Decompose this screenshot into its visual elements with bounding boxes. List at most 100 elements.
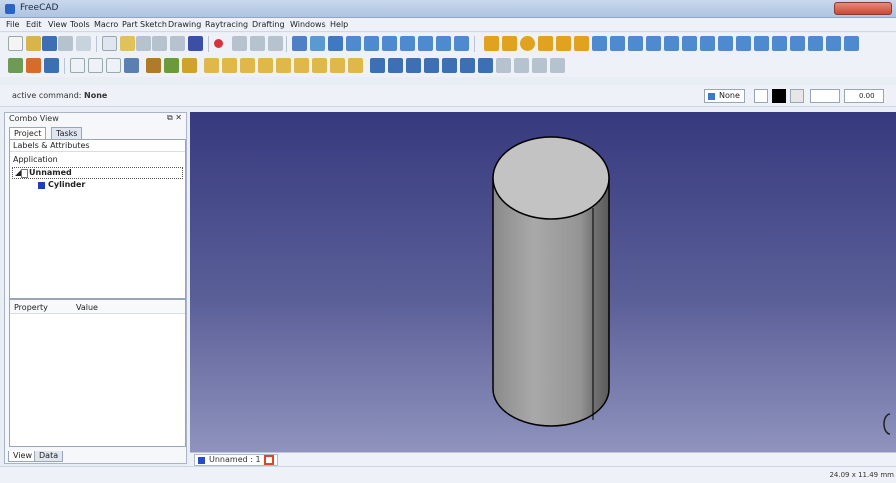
line-color-icon[interactable] <box>70 58 85 73</box>
draft-dimension-icon[interactable] <box>348 58 363 73</box>
sweep-icon[interactable] <box>826 36 841 51</box>
axonometric-icon[interactable] <box>328 36 343 51</box>
menu-drafting[interactable]: Drafting <box>252 20 285 29</box>
loft-icon[interactable] <box>808 36 823 51</box>
draft-bspline-icon[interactable] <box>312 58 327 73</box>
font-size-input[interactable]: 0.00 <box>844 89 884 103</box>
left-view-icon[interactable] <box>436 36 451 51</box>
print-icon[interactable] <box>58 36 73 51</box>
box-icon[interactable] <box>484 36 499 51</box>
draft-scale-icon[interactable] <box>478 58 493 73</box>
cut-shape-icon[interactable] <box>628 36 643 51</box>
apply-style-icon[interactable] <box>124 58 139 73</box>
fit-selection-icon[interactable] <box>310 36 325 51</box>
menu-macro[interactable]: Macro <box>94 20 118 29</box>
offset-icon[interactable] <box>844 36 859 51</box>
record-macro-icon[interactable] <box>214 39 223 48</box>
menu-edit[interactable]: Edit <box>26 20 42 29</box>
draft-rotate-icon[interactable] <box>388 58 403 73</box>
cone-icon[interactable] <box>538 36 553 51</box>
macros-icon[interactable] <box>250 36 265 51</box>
draft-rectangle-icon[interactable] <box>276 58 291 73</box>
revolve-icon[interactable] <box>718 36 733 51</box>
execute-macro-icon[interactable] <box>268 36 283 51</box>
fuse-icon[interactable] <box>646 36 661 51</box>
save-icon[interactable] <box>42 36 57 51</box>
tab-data[interactable]: Data <box>34 451 64 462</box>
draft-upgrade-icon[interactable] <box>442 58 457 73</box>
ruled-surface-icon[interactable] <box>790 36 805 51</box>
common-icon[interactable] <box>664 36 679 51</box>
shape-builder-icon[interactable] <box>592 36 607 51</box>
upgrade-icon[interactable] <box>164 58 179 73</box>
draft-downgrade-icon[interactable] <box>460 58 475 73</box>
float-close-icons[interactable]: ⧉ ✕ <box>167 113 182 123</box>
workbench-icon[interactable] <box>8 58 23 73</box>
open-icon[interactable] <box>26 36 41 51</box>
menu-sketch[interactable]: Sketch <box>140 20 167 29</box>
undo-icon[interactable] <box>136 36 151 51</box>
extrude-icon[interactable] <box>700 36 715 51</box>
view-none-button[interactable]: None <box>704 89 745 103</box>
rear-view-icon[interactable] <box>400 36 415 51</box>
draft-offset-icon[interactable] <box>406 58 421 73</box>
torus-icon[interactable] <box>556 36 571 51</box>
face-color-icon[interactable] <box>88 58 103 73</box>
face-color-swatch[interactable] <box>790 89 804 103</box>
right-view-icon[interactable] <box>382 36 397 51</box>
fillet-icon[interactable] <box>754 36 769 51</box>
fit-all-icon[interactable] <box>292 36 307 51</box>
menu-view[interactable]: View <box>48 20 67 29</box>
draft-edit-icon[interactable] <box>496 58 511 73</box>
menu-help[interactable]: Help <box>330 20 348 29</box>
tab-tasks[interactable]: Tasks <box>51 127 83 139</box>
draft-move-icon[interactable] <box>370 58 385 73</box>
line-color-swatch[interactable] <box>772 89 786 103</box>
menu-raytracing[interactable]: Raytracing <box>205 20 248 29</box>
draft-trim-icon[interactable] <box>424 58 439 73</box>
tree-object-item[interactable]: Cylinder <box>38 180 85 189</box>
draft-circle-icon[interactable] <box>240 58 255 73</box>
bottom-view-icon[interactable] <box>418 36 433 51</box>
draft-arc-icon[interactable] <box>258 58 273 73</box>
line-width-icon[interactable] <box>106 58 121 73</box>
menu-drawing[interactable]: Drawing <box>168 20 201 29</box>
measure-icon[interactable] <box>454 36 469 51</box>
draft-del-point-icon[interactable] <box>550 58 565 73</box>
mirror-icon[interactable] <box>736 36 751 51</box>
menu-tools[interactable]: Tools <box>70 20 90 29</box>
draft-polygon-icon[interactable] <box>294 58 309 73</box>
sphere-icon[interactable] <box>520 36 535 51</box>
cylinder-icon[interactable] <box>502 36 517 51</box>
menu-part[interactable]: Part <box>122 20 138 29</box>
draft-line-icon[interactable] <box>204 58 219 73</box>
front-view-icon[interactable] <box>346 36 361 51</box>
cut-icon[interactable] <box>76 36 91 51</box>
pencil-icon[interactable] <box>182 58 197 73</box>
menu-windows[interactable]: Windows <box>290 20 326 29</box>
redo-icon[interactable] <box>152 36 167 51</box>
construction-icon[interactable] <box>44 58 59 73</box>
3d-viewport[interactable] <box>190 112 896 452</box>
tab-view[interactable]: View <box>8 451 37 462</box>
boolean-icon[interactable] <box>610 36 625 51</box>
tab-project[interactable]: Project <box>9 127 47 139</box>
line-width-input[interactable] <box>810 89 840 103</box>
top-view-icon[interactable] <box>364 36 379 51</box>
downgrade-icon[interactable] <box>146 58 161 73</box>
snap-icon[interactable] <box>754 89 768 103</box>
copy-icon[interactable] <box>102 36 117 51</box>
draft-wire-icon[interactable] <box>222 58 237 73</box>
primitives-icon[interactable] <box>574 36 589 51</box>
draft-text-icon[interactable] <box>330 58 345 73</box>
set-working-plane-icon[interactable] <box>26 58 41 73</box>
cylinder-top-face[interactable] <box>492 136 610 220</box>
draft-wire-to-bspline-icon[interactable] <box>514 58 529 73</box>
refresh-icon[interactable] <box>170 36 185 51</box>
cylinder-body[interactable] <box>492 136 610 427</box>
draft-add-point-icon[interactable] <box>532 58 547 73</box>
new-document-icon[interactable] <box>264 455 274 465</box>
window-controls[interactable] <box>834 2 892 15</box>
chamfer-icon[interactable] <box>772 36 787 51</box>
menu-file[interactable]: File <box>6 20 19 29</box>
